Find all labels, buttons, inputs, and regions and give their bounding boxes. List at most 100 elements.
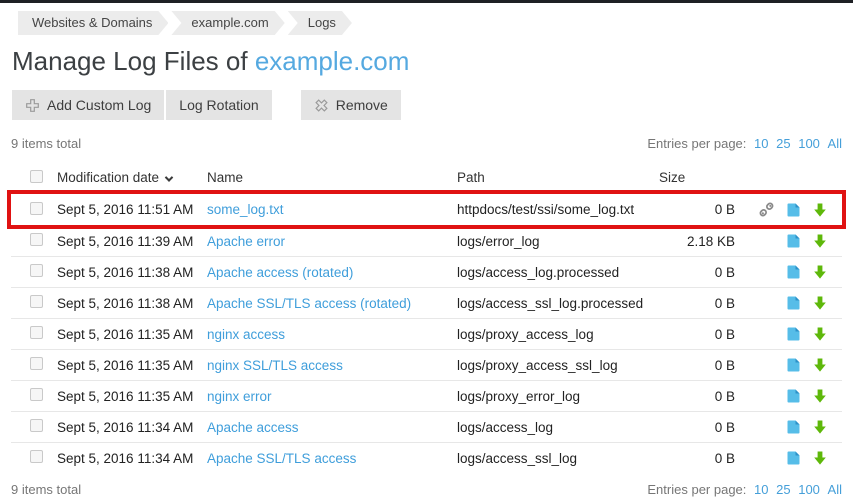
- open-log-file-icon[interactable]: [784, 356, 802, 374]
- column-header-name: Name: [207, 170, 457, 185]
- download-log-icon[interactable]: [811, 201, 829, 219]
- open-log-file-icon[interactable]: [784, 387, 802, 405]
- page-size-25-bottom[interactable]: 25: [776, 482, 790, 497]
- page-size-25[interactable]: 25: [776, 136, 790, 151]
- breadcrumb-websites-domains[interactable]: Websites & Domains: [18, 11, 168, 35]
- open-log-file-icon[interactable]: [784, 449, 802, 467]
- row-path: httpdocs/test/ssi/some_log.txt: [457, 202, 658, 217]
- row-modification-date: Sept 5, 2016 11:39 AM: [57, 234, 207, 249]
- row-checkbox[interactable]: [30, 357, 43, 370]
- log-name-link[interactable]: nginx SSL/TLS access: [207, 358, 343, 373]
- row-size: 0 B: [658, 358, 737, 373]
- row-checkbox[interactable]: [30, 388, 43, 401]
- log-name-link[interactable]: nginx access: [207, 327, 285, 342]
- open-log-file-icon[interactable]: [784, 201, 802, 219]
- open-log-file-icon[interactable]: [784, 232, 802, 250]
- log-files-table: Modification date Name Path Size Sept 5,…: [11, 164, 842, 473]
- row-size: 0 B: [658, 451, 737, 466]
- row-path: logs/access_log: [457, 420, 658, 435]
- page-size-all[interactable]: All: [828, 136, 842, 151]
- row-checkbox[interactable]: [30, 419, 43, 432]
- row-checkbox[interactable]: [30, 264, 43, 277]
- toolbar: Add Custom Log Log Rotation Remove: [12, 90, 842, 120]
- row-path: logs/proxy_access_ssl_log: [457, 358, 658, 373]
- row-path: logs/proxy_access_log: [457, 327, 658, 342]
- log-rotation-button[interactable]: Log Rotation: [166, 90, 271, 120]
- remove-x-icon: [314, 98, 329, 113]
- row-modification-date: Sept 5, 2016 11:35 AM: [57, 327, 207, 342]
- row-path: logs/access_ssl_log: [457, 451, 658, 466]
- log-name-link[interactable]: Apache SSL/TLS access: [207, 451, 356, 466]
- row-modification-date: Sept 5, 2016 11:38 AM: [57, 265, 207, 280]
- open-log-file-icon[interactable]: [784, 418, 802, 436]
- table-row: Sept 5, 2016 11:35 AM nginx access logs/…: [11, 318, 842, 349]
- table-row: Sept 5, 2016 11:51 AM some_log.txt httpd…: [11, 194, 842, 225]
- open-log-file-icon[interactable]: [784, 263, 802, 281]
- log-name-link[interactable]: Apache SSL/TLS access (rotated): [207, 296, 411, 311]
- row-path: logs/error_log: [457, 234, 658, 249]
- table-row: Sept 5, 2016 11:35 AM nginx SSL/TLS acce…: [11, 349, 842, 380]
- table-row: Sept 5, 2016 11:38 AM Apache SSL/TLS acc…: [11, 287, 842, 318]
- manage-log-files-page: Websites & Domains example.com Logs Mana…: [0, 11, 853, 497]
- row-size: 0 B: [658, 389, 737, 404]
- row-size: 0 B: [658, 202, 737, 217]
- column-header-size: Size: [658, 170, 737, 185]
- log-name-link[interactable]: Apache access: [207, 420, 299, 435]
- detach-custom-log-icon[interactable]: [757, 201, 775, 219]
- page-size-100-bottom[interactable]: 100: [798, 482, 820, 497]
- row-modification-date: Sept 5, 2016 11:35 AM: [57, 358, 207, 373]
- table-row: Sept 5, 2016 11:35 AM nginx error logs/p…: [11, 380, 842, 411]
- download-log-icon[interactable]: [811, 356, 829, 374]
- open-log-file-icon[interactable]: [784, 294, 802, 312]
- page-title-domain-link[interactable]: example.com: [255, 46, 410, 76]
- row-path: logs/access_log.processed: [457, 265, 658, 280]
- select-all-checkbox[interactable]: [30, 170, 43, 183]
- table-row: Sept 5, 2016 11:39 AM Apache error logs/…: [11, 225, 842, 256]
- open-log-file-icon[interactable]: [784, 325, 802, 343]
- download-log-icon[interactable]: [811, 325, 829, 343]
- row-checkbox[interactable]: [30, 295, 43, 308]
- row-checkbox[interactable]: [30, 202, 43, 215]
- modification-date-header-label: Modification date: [57, 170, 159, 185]
- remove-button[interactable]: Remove: [301, 90, 401, 120]
- download-log-icon[interactable]: [811, 263, 829, 281]
- row-size: 0 B: [658, 420, 737, 435]
- table-body: Sept 5, 2016 11:51 AM some_log.txt httpd…: [11, 194, 842, 473]
- entries-per-page-bottom: Entries per page: 10 25 100 All: [647, 482, 842, 497]
- row-path: logs/proxy_error_log: [457, 389, 658, 404]
- page-size-10-bottom[interactable]: 10: [754, 482, 768, 497]
- download-log-icon[interactable]: [811, 232, 829, 250]
- log-rotation-label: Log Rotation: [179, 97, 258, 113]
- remove-label: Remove: [336, 97, 388, 113]
- page-size-all-bottom[interactable]: All: [828, 482, 842, 497]
- download-log-icon[interactable]: [811, 449, 829, 467]
- list-summary-top: 9 items total Entries per page: 10 25 10…: [11, 136, 842, 151]
- row-checkbox[interactable]: [30, 233, 43, 246]
- row-checkbox[interactable]: [30, 326, 43, 339]
- download-log-icon[interactable]: [811, 387, 829, 405]
- entries-per-page-label: Entries per page:: [647, 136, 746, 151]
- log-name-link[interactable]: nginx error: [207, 389, 272, 404]
- page-size-100[interactable]: 100: [798, 136, 820, 151]
- row-modification-date: Sept 5, 2016 11:35 AM: [57, 389, 207, 404]
- row-checkbox[interactable]: [30, 450, 43, 463]
- row-size: 0 B: [658, 327, 737, 342]
- breadcrumb-domain[interactable]: example.com: [171, 11, 284, 35]
- entries-per-page-label-bottom: Entries per page:: [647, 482, 746, 497]
- log-name-link[interactable]: Apache error: [207, 234, 285, 249]
- download-log-icon[interactable]: [811, 294, 829, 312]
- breadcrumb: Websites & Domains example.com Logs: [18, 11, 842, 35]
- items-total-bottom: 9 items total: [11, 482, 81, 497]
- add-custom-log-button[interactable]: Add Custom Log: [12, 90, 164, 120]
- column-header-path: Path: [457, 170, 658, 185]
- download-log-icon[interactable]: [811, 418, 829, 436]
- column-header-modification-date[interactable]: Modification date: [57, 170, 207, 185]
- log-name-link[interactable]: Apache access (rotated): [207, 265, 353, 280]
- top-navigation-edge: [0, 0, 853, 3]
- add-custom-log-label: Add Custom Log: [47, 97, 151, 113]
- table-row: Sept 5, 2016 11:34 AM Apache access logs…: [11, 411, 842, 442]
- log-name-link[interactable]: some_log.txt: [207, 202, 284, 217]
- entries-per-page-top: Entries per page: 10 25 100 All: [647, 136, 842, 151]
- page-size-10[interactable]: 10: [754, 136, 768, 151]
- breadcrumb-logs[interactable]: Logs: [288, 11, 352, 35]
